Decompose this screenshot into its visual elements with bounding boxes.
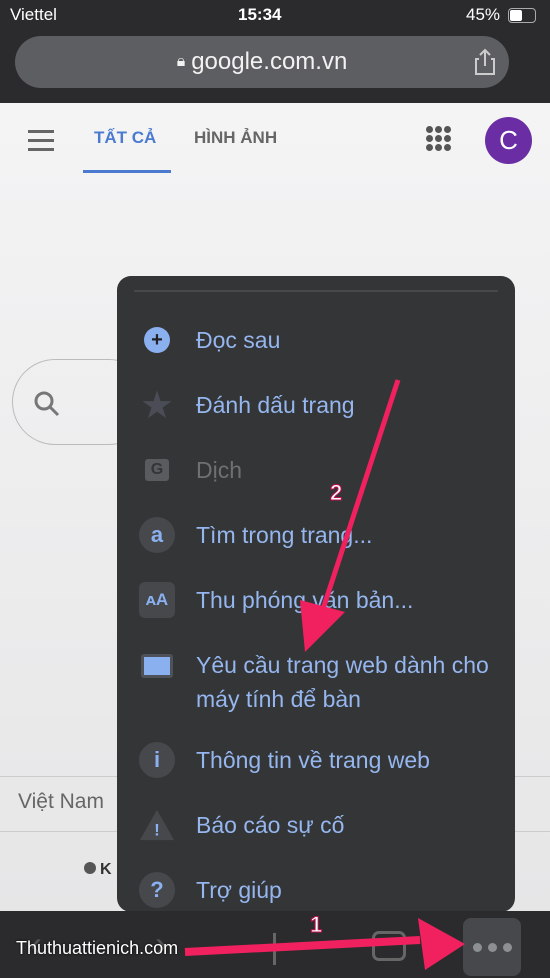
tab-images[interactable]: HÌNH ẢNH xyxy=(194,128,277,148)
battery-icon xyxy=(508,8,536,23)
divider xyxy=(134,290,498,292)
footer-text: K xyxy=(84,861,112,879)
new-tab-icon[interactable] xyxy=(273,933,276,965)
menu-item-text-zoom[interactable]: ᴀA Thu phóng văn bản... xyxy=(117,570,515,630)
status-bar: Viettel 15:34 45% xyxy=(0,0,550,32)
info-icon: i xyxy=(139,742,175,778)
apps-grid-icon[interactable] xyxy=(426,126,452,151)
menu-item-translate: G Dịch xyxy=(117,440,515,500)
help-icon: ? xyxy=(139,872,175,908)
find-in-page-icon: a xyxy=(139,517,175,553)
search-icon xyxy=(34,391,60,417)
warning-icon: ! xyxy=(139,807,175,843)
menu-item-read-later[interactable]: + Đọc sau xyxy=(117,310,515,370)
url-text: google.com.vn xyxy=(191,48,348,75)
carrier: Viettel xyxy=(10,5,57,24)
tab-all[interactable]: TẤT CẢ xyxy=(94,128,156,148)
svg-text:!: ! xyxy=(154,820,160,839)
desktop-icon xyxy=(139,648,175,684)
address-bar[interactable]: 🔒︎ google.com.vn xyxy=(15,36,509,88)
menu-item-find-in-page[interactable]: a Tìm trong trang... xyxy=(117,505,515,565)
menu-icon[interactable] xyxy=(28,130,54,157)
bookmark-star-icon: ★ xyxy=(139,384,175,427)
clock: 15:34 xyxy=(238,5,282,24)
menu-item-request-desktop[interactable]: Yêu cầu trang web dành cho máy tính để b… xyxy=(117,648,515,718)
overflow-menu: + Đọc sau ★ Đánh dấu trang G Dịch a Tìm tron… xyxy=(117,276,515,912)
menu-item-bookmark[interactable]: ★ Đánh dấu trang xyxy=(117,375,515,435)
translate-icon: G xyxy=(139,452,175,488)
avatar[interactable]: C xyxy=(485,117,532,164)
watermark: Thuthuattienich.com xyxy=(16,938,179,958)
more-menu-button[interactable] xyxy=(463,918,521,976)
tabs-icon[interactable] xyxy=(372,931,406,961)
text-zoom-icon: ᴀA xyxy=(139,582,175,618)
menu-item-site-info[interactable]: i Thông tin về trang web xyxy=(117,730,515,790)
lock-icon: 🔒︎ xyxy=(176,53,186,70)
active-tab-indicator xyxy=(83,170,171,173)
menu-item-report-issue[interactable]: ! Báo cáo sự cố xyxy=(117,795,515,855)
battery-percent: 45% xyxy=(466,5,501,24)
read-later-icon: + xyxy=(139,322,175,358)
step-2-label: 2 xyxy=(329,480,343,506)
share-icon[interactable] xyxy=(473,48,497,76)
step-1-label: 1 xyxy=(309,912,323,938)
